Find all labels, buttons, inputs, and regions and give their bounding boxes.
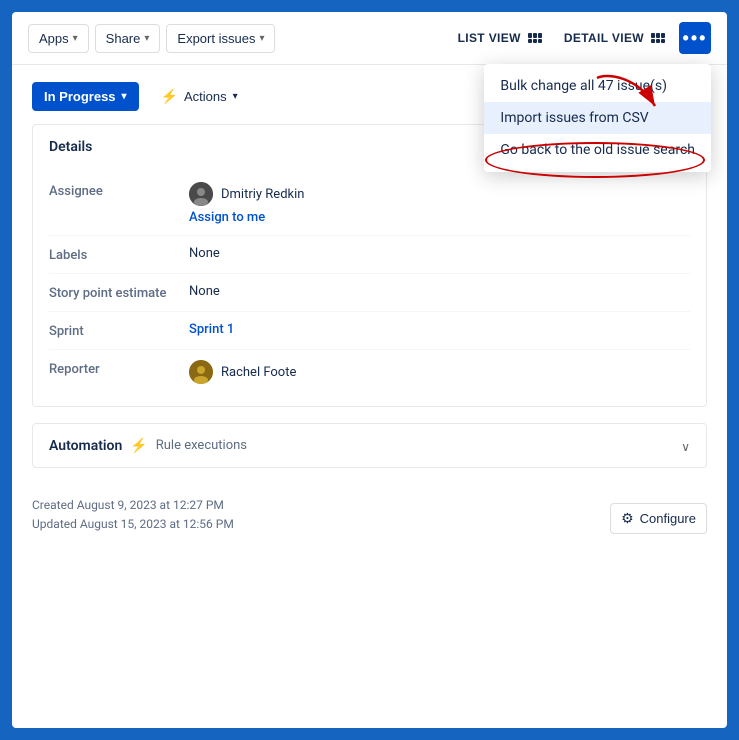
footer-dates: Created August 9, 2023 at 12:27 PM Updat… bbox=[32, 496, 234, 534]
actions-button[interactable]: ⚡ Actions ▾ bbox=[151, 81, 248, 112]
rule-executions-label: Rule executions bbox=[156, 438, 247, 453]
share-label: Share bbox=[106, 31, 141, 46]
reporter-label: Reporter bbox=[49, 360, 189, 377]
reporter-name: Rachel Foote bbox=[221, 365, 296, 380]
labels-row: Labels None bbox=[49, 236, 690, 274]
automation-section: Automation ⚡ Rule executions bbox=[32, 423, 707, 468]
detail-view-button[interactable]: DETAIL VIEW bbox=[556, 25, 673, 51]
issue-actions-left: In Progress ▾ ⚡ Actions ▾ bbox=[32, 81, 248, 112]
story-points-value: None bbox=[189, 284, 220, 299]
assignee-label: Assignee bbox=[49, 182, 189, 199]
lightning-icon: ⚡ bbox=[161, 88, 178, 105]
assign-to-me-link[interactable]: Assign to me bbox=[189, 210, 304, 225]
sprint-row: Sprint Sprint 1 bbox=[49, 312, 690, 350]
assignee-row: Assignee Dmitriy Redkin bbox=[49, 172, 690, 236]
automation-lightning-icon: ⚡ bbox=[130, 438, 147, 454]
updated-date: Updated August 15, 2023 at 12:56 PM bbox=[32, 515, 234, 534]
detail-view-label: DETAIL VIEW bbox=[564, 31, 644, 45]
labels-text: None bbox=[189, 246, 220, 261]
assignee-avatar bbox=[189, 182, 213, 206]
more-options-button[interactable]: ••• bbox=[679, 22, 711, 54]
apps-button[interactable]: Apps ▾ bbox=[28, 24, 89, 53]
actions-label: Actions bbox=[184, 89, 227, 104]
automation-expand-icon bbox=[681, 436, 690, 455]
created-date: Created August 9, 2023 at 12:27 PM bbox=[32, 496, 234, 515]
status-button[interactable]: In Progress ▾ bbox=[32, 82, 139, 111]
share-button[interactable]: Share ▾ bbox=[95, 24, 161, 53]
old-search-label: Go back to the old issue search bbox=[500, 142, 695, 158]
footer: Created August 9, 2023 at 12:27 PM Updat… bbox=[12, 484, 727, 550]
details-title: Details bbox=[49, 139, 92, 155]
export-button[interactable]: Export issues ▾ bbox=[166, 24, 275, 53]
story-points-text: None bbox=[189, 284, 220, 299]
actions-chevron-icon: ▾ bbox=[233, 91, 238, 102]
more-dots-icon: ••• bbox=[683, 28, 708, 49]
apps-chevron-icon: ▾ bbox=[73, 33, 78, 44]
configure-button[interactable]: ⚙ Configure bbox=[610, 503, 707, 534]
configure-label: Configure bbox=[640, 511, 696, 526]
sprint-value: Sprint 1 bbox=[189, 322, 234, 337]
apps-label: Apps bbox=[39, 31, 69, 46]
reporter-avatar bbox=[189, 360, 213, 384]
reporter-row: Reporter Rachel Foote bbox=[49, 350, 690, 394]
assignee-value: Dmitriy Redkin Assign to me bbox=[189, 182, 304, 225]
list-view-grid-icon bbox=[528, 33, 542, 43]
details-section-body: Assignee Dmitriy Redkin bbox=[33, 168, 706, 406]
automation-left: Automation ⚡ Rule executions bbox=[49, 438, 247, 454]
automation-title: Automation bbox=[49, 438, 122, 454]
dropdown-menu: Bulk change all 47 issue(s) Import issue… bbox=[484, 64, 711, 172]
import-csv-label: Import issues from CSV bbox=[500, 110, 648, 126]
bulk-change-label: Bulk change all 47 issue(s) bbox=[500, 78, 667, 94]
bulk-change-item[interactable]: Bulk change all 47 issue(s) bbox=[484, 70, 711, 102]
export-chevron-icon: ▾ bbox=[259, 33, 264, 44]
list-view-button[interactable]: LIST VIEW bbox=[450, 25, 550, 51]
reporter-value: Rachel Foote bbox=[189, 360, 296, 384]
status-label: In Progress bbox=[44, 89, 116, 104]
gear-icon: ⚙ bbox=[621, 510, 634, 527]
story-points-label: Story point estimate bbox=[49, 284, 189, 301]
export-label: Export issues bbox=[177, 31, 255, 46]
detail-view-grid-icon bbox=[651, 33, 665, 43]
story-points-row: Story point estimate None bbox=[49, 274, 690, 312]
labels-label: Labels bbox=[49, 246, 189, 263]
toolbar: Apps ▾ Share ▾ Export issues ▾ LIST VIEW bbox=[12, 12, 727, 65]
labels-value: None bbox=[189, 246, 220, 261]
list-view-label: LIST VIEW bbox=[458, 31, 521, 45]
import-csv-item[interactable]: Import issues from CSV bbox=[484, 102, 711, 134]
sprint-link[interactable]: Sprint 1 bbox=[189, 322, 234, 337]
assignee-name: Dmitriy Redkin bbox=[221, 187, 304, 202]
automation-header[interactable]: Automation ⚡ Rule executions bbox=[33, 424, 706, 467]
old-search-item[interactable]: Go back to the old issue search bbox=[484, 134, 711, 166]
sprint-label: Sprint bbox=[49, 322, 189, 339]
share-chevron-icon: ▾ bbox=[144, 33, 149, 44]
status-chevron-icon: ▾ bbox=[122, 91, 127, 102]
